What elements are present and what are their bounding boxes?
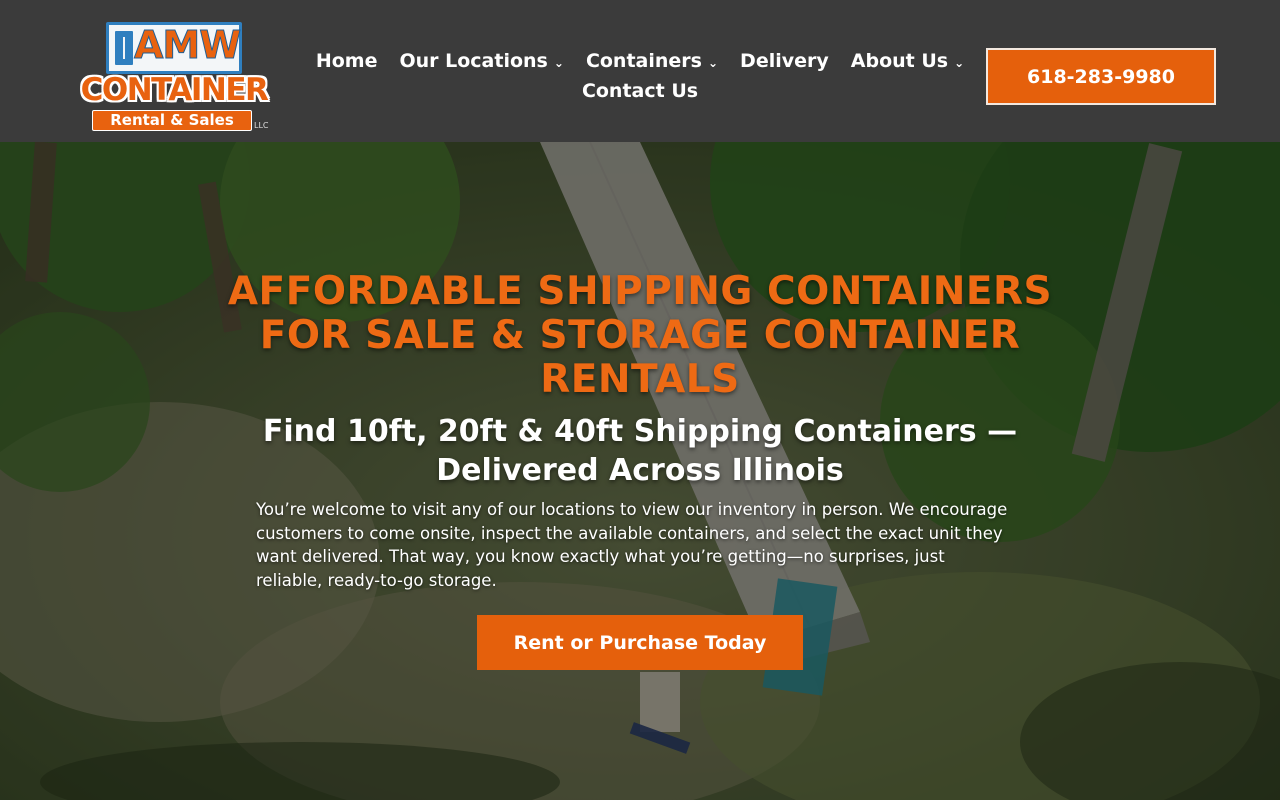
- nav-row-primary: Home Our Locations ⌄ Containers ⌄ Delive…: [300, 44, 980, 78]
- logo-tagline: Rental & Sales: [92, 110, 252, 131]
- nav-item-home[interactable]: Home: [316, 50, 378, 72]
- nav-item-our-locations[interactable]: Our Locations ⌄: [399, 50, 563, 72]
- nav-item-label: Our Locations: [399, 50, 548, 72]
- logo-llc: LLC: [254, 121, 269, 130]
- nav-row-secondary: Contact Us: [300, 78, 980, 104]
- hero-title: AFFORDABLE SHIPPING CONTAINERS FOR SALE …: [227, 269, 1053, 402]
- nav-item-label: Delivery: [740, 50, 829, 72]
- nav-item-containers[interactable]: Containers ⌄: [586, 50, 718, 72]
- container-door-icon: [115, 31, 133, 65]
- nav-item-label: Contact Us: [581, 80, 699, 102]
- nav-item-label: About Us: [850, 50, 949, 72]
- chevron-down-icon: ⌄: [707, 55, 719, 70]
- site-logo[interactable]: AMW CONTAINER Rental & Sales LLC: [62, 20, 286, 134]
- chevron-down-icon: ⌄: [553, 55, 564, 70]
- site-header: AMW CONTAINER Rental & Sales LLC Home Ou…: [0, 0, 1280, 142]
- rent-or-purchase-button[interactable]: Rent or Purchase Today: [477, 615, 803, 670]
- hero-section: AFFORDABLE SHIPPING CONTAINERS FOR SALE …: [0, 142, 1280, 800]
- nav-item-contact-us[interactable]: Contact Us: [582, 80, 698, 102]
- nav-item-label: Containers: [585, 50, 702, 72]
- phone-button[interactable]: 618-283-9980: [986, 48, 1216, 105]
- hero-description: You’re welcome to visit any of our locat…: [256, 500, 1008, 590]
- main-nav: Home Our Locations ⌄ Containers ⌄ Delive…: [300, 44, 980, 104]
- nav-item-delivery[interactable]: Delivery: [740, 50, 829, 72]
- logo-wordmark-amw: AMW: [133, 23, 241, 68]
- nav-item-label: Home: [315, 50, 378, 72]
- chevron-down-icon: ⌄: [954, 55, 965, 70]
- logo-wordmark-container: CONTAINER: [80, 72, 269, 108]
- nav-item-about-us[interactable]: About Us ⌄: [851, 50, 964, 72]
- hero-subtitle: Find 10ft, 20ft & 40ft Shipping Containe…: [262, 414, 1018, 488]
